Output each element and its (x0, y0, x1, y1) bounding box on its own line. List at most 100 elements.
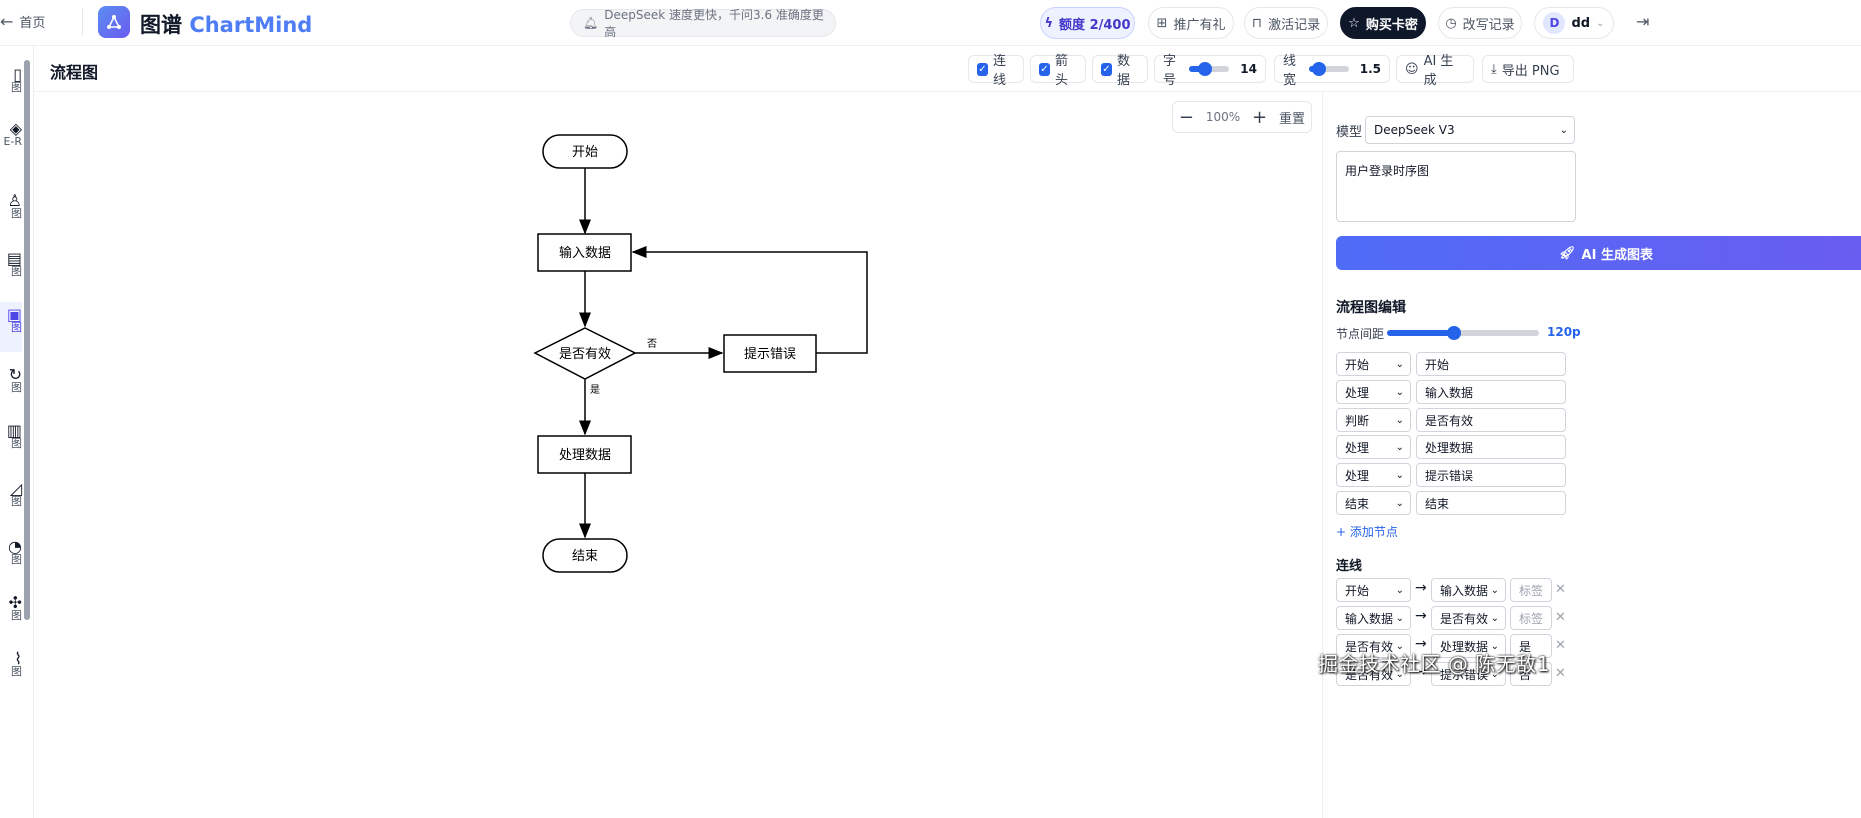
rail-item[interactable]: ♙ 图 (0, 193, 22, 221)
node-type-select[interactable]: 结束 ⌄ (1336, 491, 1411, 515)
clock-icon: ◷ (1445, 15, 1457, 31)
add-node-button[interactable]: + 添加节点 (1336, 523, 1398, 540)
rocket-icon: 🚀︎ (1559, 245, 1576, 261)
rail-item[interactable]: ▯ 图 (0, 67, 22, 95)
rail-item[interactable]: ◔ 图 (0, 537, 22, 567)
node-text-input[interactable]: 开始 (1416, 352, 1566, 376)
rail-item[interactable]: ▥ 图 (0, 423, 22, 451)
user-menu[interactable]: D dd ⌄ (1534, 7, 1614, 39)
edge-label-input[interactable]: 标签 (1510, 578, 1552, 602)
line-width-slider[interactable] (1308, 62, 1349, 76)
watermark: 掘金技术社区 @ 陈无敌1 (1318, 652, 1550, 676)
rail-item[interactable]: ◈ E-R (0, 121, 22, 149)
node-type-select[interactable]: 判断 ⌄ (1336, 408, 1411, 432)
export-png-button[interactable]: ⤓ 导出 PNG (1482, 55, 1574, 83)
node-type-select[interactable]: 开始 ⌄ (1336, 352, 1411, 376)
home-label: 首页 (19, 16, 46, 31)
node-text-input[interactable]: 输入数据 (1416, 380, 1566, 404)
line-width-value: 1.5 (1359, 62, 1381, 76)
promo-label: 推广有礼 (1173, 17, 1226, 33)
rail-scrollbar[interactable] (24, 60, 30, 620)
spacing-label: 节点间距 (1336, 327, 1385, 341)
node-text-input[interactable]: 提示错误 (1416, 463, 1566, 487)
slider-handle[interactable] (1311, 62, 1326, 76)
star-icon: ☆ (1348, 15, 1360, 31)
model-value: DeepSeek V3 (1374, 123, 1455, 137)
slider-handle[interactable] (1198, 62, 1213, 76)
data-checkbox[interactable]: ✓ 数据 (1092, 54, 1148, 88)
diagram-canvas[interactable]: − 100% + 重置 否 是 开始 输入数据 是否有效 提示错误 处理数据 结… (34, 92, 1322, 818)
node-type-select[interactable]: 处理 ⌄ (1336, 380, 1411, 404)
node-decision-label: 是否有效 (559, 347, 611, 362)
model-select[interactable]: DeepSeek V3 ⌄ (1365, 116, 1575, 144)
checkbox-checked-icon: ✓ (977, 62, 988, 76)
edges-checkbox[interactable]: ✓ 连线 (968, 54, 1024, 88)
rewrite-label: 改写记录 (1462, 17, 1515, 33)
spacing-value: 120p (1547, 325, 1581, 339)
line-width-control: 线宽 1.5 (1274, 54, 1390, 88)
node-type-select[interactable]: 处理 ⌄ (1336, 463, 1411, 487)
rail-item-flowchart[interactable]: ▣ 图 (0, 302, 22, 352)
font-size-control: 字号 14 (1154, 54, 1266, 88)
edge-to-select[interactable]: 输入数据 ⌄ (1431, 578, 1506, 602)
bell-icon: 🔔︎ (583, 16, 599, 30)
chevron-down-icon: ⌄ (1559, 124, 1568, 136)
close-icon[interactable]: ✕ (1555, 610, 1566, 625)
edge-from-select[interactable]: 开始 ⌄ (1336, 578, 1411, 602)
node-start[interactable]: 开始 (542, 134, 628, 169)
node-end[interactable]: 结束 (542, 538, 628, 573)
line-chart-icon: ◿ (9, 479, 22, 498)
logout-icon[interactable]: ⇥ (1636, 12, 1649, 31)
page-title: 流程图 (50, 63, 99, 82)
prompt-textarea[interactable]: 用户登录时序图 (1336, 151, 1576, 222)
brand-en: ChartMind (189, 13, 313, 37)
rail-item[interactable]: ◿ 图 (0, 479, 22, 509)
font-size-slider[interactable] (1188, 62, 1230, 76)
edge-label-input[interactable]: 标签 (1510, 606, 1552, 630)
close-icon[interactable]: ✕ (1555, 638, 1566, 653)
top-bar: ← 首页 图谱 ChartMind 🔔︎ DeepSeek 速度更快，千问3.6… (0, 0, 1861, 46)
slider-handle[interactable] (1446, 326, 1461, 340)
rail-item[interactable]: ⌇ 图 (0, 649, 22, 679)
node-input-label: 输入数据 (559, 245, 611, 261)
edge-from-select[interactable]: 输入数据 ⌄ (1336, 606, 1411, 630)
node-text-input[interactable]: 处理数据 (1416, 435, 1566, 459)
download-icon: ⤓ (1491, 61, 1497, 77)
quota-button[interactable]: ϟ 额度 2/400 (1040, 7, 1135, 39)
close-icon[interactable]: ✕ (1555, 666, 1566, 681)
node-input[interactable]: 输入数据 (537, 233, 632, 272)
ai-generate-button[interactable]: ☺ AI 生成 (1396, 54, 1474, 88)
pie-chart-icon: ◔ (8, 537, 22, 556)
chart-type-icon: ▤ (6, 249, 22, 268)
chevron-down-icon: ⌄ (1395, 386, 1404, 398)
font-size-value: 14 (1240, 62, 1257, 76)
node-text-input[interactable]: 是否有效 (1416, 408, 1566, 432)
checkbox-checked-icon: ✓ (1101, 62, 1112, 76)
arrows-checkbox[interactable]: ✓ 箭头 (1030, 54, 1086, 88)
notice-banner: 🔔︎ DeepSeek 速度更快，千问3.6 准确度更高 (570, 8, 836, 39)
close-icon[interactable]: ✕ (1555, 582, 1566, 597)
ai-generate-chart-button[interactable]: 🚀︎ AI 生成图表 (1336, 236, 1861, 270)
rail-item[interactable]: ▤ 图 (0, 249, 22, 279)
node-process[interactable]: 处理数据 (537, 435, 632, 474)
activation-button[interactable]: ⊓ 激活记录 (1244, 7, 1328, 39)
username: dd (1571, 15, 1591, 31)
promo-button[interactable]: ⊞ 推广有礼 (1148, 7, 1234, 39)
node-start-label: 开始 (572, 145, 598, 160)
node-decision[interactable]: 是否有效 (533, 327, 637, 380)
chevron-down-icon: ⌄ (1395, 414, 1404, 426)
edge-to-select[interactable]: 是否有效 ⌄ (1431, 606, 1506, 630)
buy-button[interactable]: ☆ 购买卡密 (1340, 7, 1426, 39)
node-error[interactable]: 提示错误 (723, 334, 817, 373)
chart-type-icon: ⌇ (14, 649, 22, 668)
activation-label: 激活记录 (1268, 17, 1321, 33)
rewrite-button[interactable]: ◷ 改写记录 (1438, 7, 1522, 39)
chevron-down-icon: ⌄ (1395, 441, 1404, 453)
spacing-slider[interactable] (1387, 326, 1539, 340)
rail-item[interactable]: ↻ 图 (0, 367, 22, 395)
node-text-input[interactable]: 结束 (1416, 491, 1566, 515)
lightning-icon: ϟ (1044, 15, 1054, 31)
rail-item[interactable]: ✣ 图 (0, 595, 22, 623)
node-type-select[interactable]: 处理 ⌄ (1336, 435, 1411, 459)
home-link[interactable]: ← 首页 (0, 12, 45, 31)
